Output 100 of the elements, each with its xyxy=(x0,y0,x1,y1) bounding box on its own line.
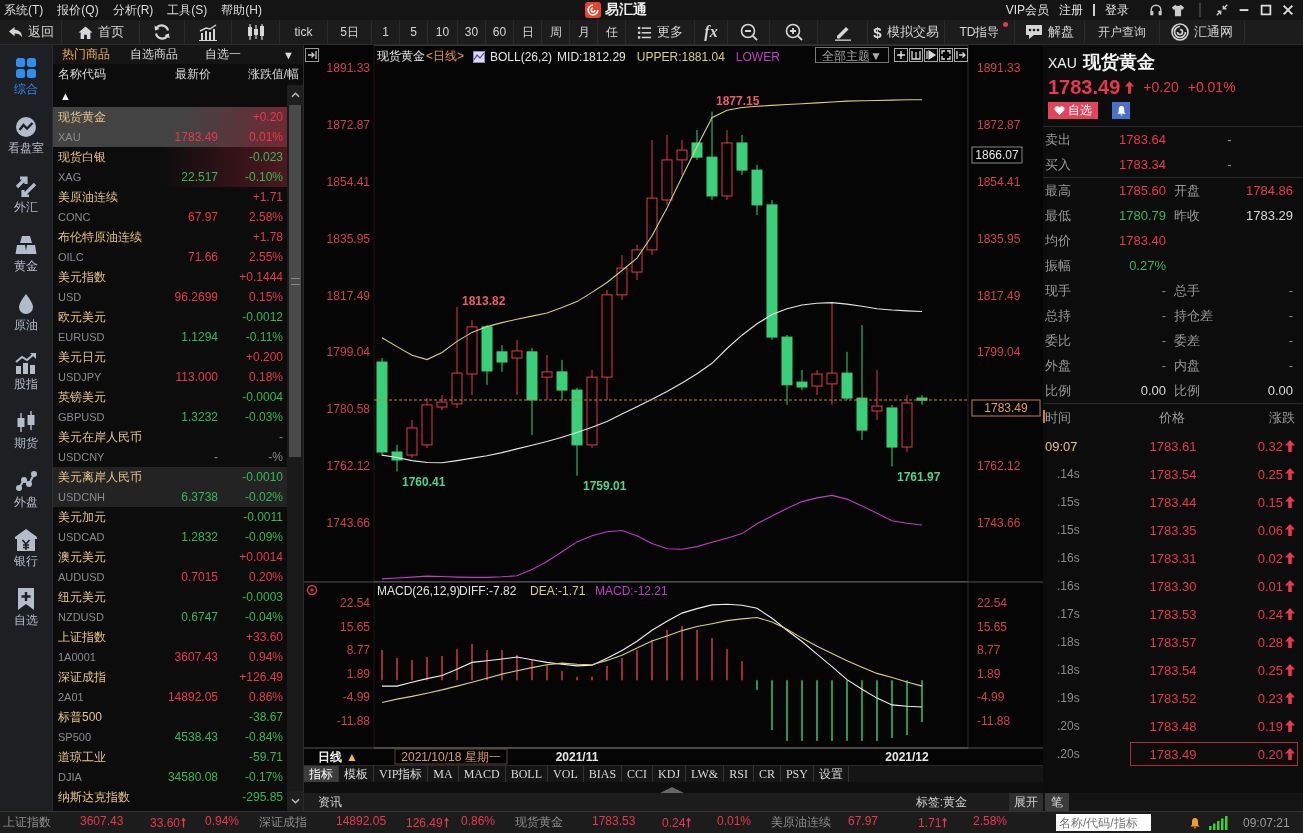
more-button[interactable]: 更多 xyxy=(626,20,695,44)
toolbar-button[interactable]: TD指导 xyxy=(945,20,1015,44)
watchlist-tab[interactable]: 自选一 xyxy=(205,46,280,63)
last-price: 96.2699 xyxy=(173,290,218,304)
period-selector[interactable]: 日线 ▲ xyxy=(318,750,358,764)
account-link[interactable]: 登录 xyxy=(1105,1,1129,19)
tick-row[interactable]: .18s 1783.54 0.25 xyxy=(1043,656,1303,684)
toolbar-button[interactable]: 开户查询 xyxy=(1085,20,1160,44)
collapse-panel-icon[interactable] xyxy=(305,48,319,62)
sidebar-tab[interactable]: 自选 xyxy=(0,576,52,635)
ticker-name[interactable]: 美原油连续 xyxy=(771,814,848,831)
headset-icon[interactable] xyxy=(1149,3,1163,17)
sort-arrow[interactable]: ▲ xyxy=(60,90,71,102)
search-field[interactable]: 名称/代码/指标 xyxy=(1056,814,1151,831)
sidebar-tab[interactable]: 原油 xyxy=(0,281,52,340)
column-header[interactable]: 涨跌值/幅 xyxy=(247,66,299,83)
shrink-icon[interactable] xyxy=(1215,3,1229,17)
indicator-name: BOLL(26,2) xyxy=(490,49,553,64)
scroll-up-button[interactable] xyxy=(287,85,303,105)
toolbar-button[interactable]: 5 xyxy=(400,20,428,44)
scroll-down-button[interactable] xyxy=(287,791,303,811)
column-header: 涨跌 xyxy=(1268,409,1296,427)
column-header[interactable]: 名称代码 xyxy=(58,66,175,83)
tick-row[interactable]: .20s 1783.48 0.19 xyxy=(1043,712,1303,740)
ticker-name[interactable]: 现货黄金 xyxy=(515,814,592,831)
add-to-watchlist-button[interactable]: 自选 xyxy=(1048,102,1098,119)
column-header[interactable]: 最新价 xyxy=(175,66,235,83)
settings-icon[interactable] xyxy=(306,584,318,596)
menu-item[interactable]: 报价(Q) xyxy=(57,1,99,19)
trade-button[interactable]: $ 模拟交易 xyxy=(868,20,945,44)
sidebar-tab[interactable]: 外汇 xyxy=(0,163,52,222)
panel-tab[interactable]: 笔 xyxy=(1045,793,1069,811)
indicator-icon[interactable] xyxy=(473,50,485,63)
dropdown-button[interactable]: ▼ xyxy=(283,48,294,61)
bell-icon[interactable] xyxy=(1189,816,1201,829)
toolbar-button[interactable]: 5日 xyxy=(328,20,372,44)
quote-label: 总手 xyxy=(1173,281,1201,300)
formula-button[interactable]: fx xyxy=(695,20,728,44)
menu-item[interactable]: 系统(T) xyxy=(4,1,44,19)
maximize-icon[interactable] xyxy=(1259,3,1273,17)
shirt-icon[interactable] xyxy=(1171,3,1185,17)
toolbar-button[interactable]: 任 xyxy=(598,20,626,44)
toolbar-button[interactable]: 周 xyxy=(542,20,570,44)
sidebar-tab[interactable]: 银行 xyxy=(0,517,52,576)
tick-row[interactable]: .14s 1783.54 0.25 xyxy=(1043,460,1303,488)
candle xyxy=(511,339,523,396)
back-button[interactable]: 返回 xyxy=(0,20,62,44)
toolbar-button[interactable]: 60 xyxy=(486,20,514,44)
ticker-name[interactable]: 深证成指 xyxy=(259,814,336,831)
chart-period[interactable]: <日线> xyxy=(426,48,464,65)
tick-row[interactable]: .16s 1783.31 0.02 xyxy=(1043,544,1303,572)
sidebar-tab[interactable]: 股指 xyxy=(0,340,52,399)
tick-row[interactable]: .16s 1783.30 0.01 xyxy=(1043,572,1303,600)
sidebar-tab[interactable]: 综合 xyxy=(0,45,52,104)
crosshair-icon[interactable] xyxy=(893,48,908,62)
ticker-price: 3607.43 xyxy=(80,814,125,830)
tick-row[interactable]: .17s 1783.53 0.24 xyxy=(1043,600,1303,628)
triangle-handle-icon[interactable] xyxy=(660,787,684,793)
columns-icon[interactable] xyxy=(908,48,923,62)
watchlist-row[interactable]: 美元离岸人民币 -0.0010 USDCNH 6.3738 -0.02% xyxy=(53,467,287,507)
sidebar-tab[interactable]: 外盘 xyxy=(0,458,52,517)
menu-item[interactable]: 分析(R) xyxy=(112,1,154,19)
alert-button[interactable] xyxy=(1112,102,1130,119)
exit-icon[interactable] xyxy=(953,48,968,62)
menu-item[interactable]: 帮助(H) xyxy=(221,1,262,19)
portal-button[interactable]: 汇通网 xyxy=(1160,20,1245,44)
chat-button[interactable]: 解盘 xyxy=(1015,20,1085,44)
close-icon[interactable] xyxy=(1281,3,1295,17)
sidebar-tab[interactable]: 黄金 xyxy=(0,222,52,281)
instrument-name: 标普500 xyxy=(58,708,104,726)
news-title[interactable]: 资讯 xyxy=(318,793,342,811)
scroll-thumb[interactable] xyxy=(289,105,301,457)
play-icon[interactable] xyxy=(923,48,938,62)
watchlist-tab[interactable]: 自选商品 xyxy=(130,46,205,63)
watchlist-tab[interactable]: 热门商品 xyxy=(62,46,130,63)
fullscreen-icon[interactable] xyxy=(938,48,953,62)
home-button[interactable]: 首页 xyxy=(62,20,140,44)
toolbar-button[interactable]: 1 xyxy=(372,20,400,44)
tick-row[interactable]: .15s 1783.44 0.15 xyxy=(1043,488,1303,516)
toolbar-button[interactable]: 日 xyxy=(514,20,542,44)
quote-value: 1785.60 xyxy=(1118,183,1166,198)
tick-row[interactable]: .15s 1783.35 0.06 xyxy=(1043,516,1303,544)
tick-row[interactable]: .18s 1783.57 0.28 xyxy=(1043,628,1303,656)
tick-row[interactable]: .19s 1783.52 0.23 xyxy=(1043,684,1303,712)
toolbar-button[interactable]: 30 xyxy=(458,20,486,44)
toolbar-button[interactable]: 月 xyxy=(570,20,598,44)
toolbar-button[interactable]: tick xyxy=(280,20,328,44)
instrument-name: 美元离岸人民币 xyxy=(58,468,143,486)
theme-dropdown[interactable]: 全部主题▼ xyxy=(815,47,889,63)
expand-button[interactable]: 展开 xyxy=(1009,793,1043,811)
menu-item[interactable]: 工具(S) xyxy=(167,1,208,19)
tick-row[interactable]: 09:07 1783.61 0.32 xyxy=(1043,432,1303,460)
watchlist-row[interactable]: 现货黄金 +0.20 XAU 1783.49 0.01% xyxy=(53,107,287,147)
indicator-tab[interactable]: 指标 xyxy=(304,766,339,782)
account-link[interactable]: 注册 xyxy=(1059,1,1083,19)
toolbar-button[interactable]: 10 xyxy=(428,20,458,44)
ticker-name[interactable]: 上证指数 xyxy=(3,814,80,831)
account-link[interactable]: VIP会员 xyxy=(1005,1,1049,19)
sidebar-tab[interactable]: 看盘室 xyxy=(0,104,52,163)
sidebar-tab[interactable]: 期货 xyxy=(0,399,52,458)
